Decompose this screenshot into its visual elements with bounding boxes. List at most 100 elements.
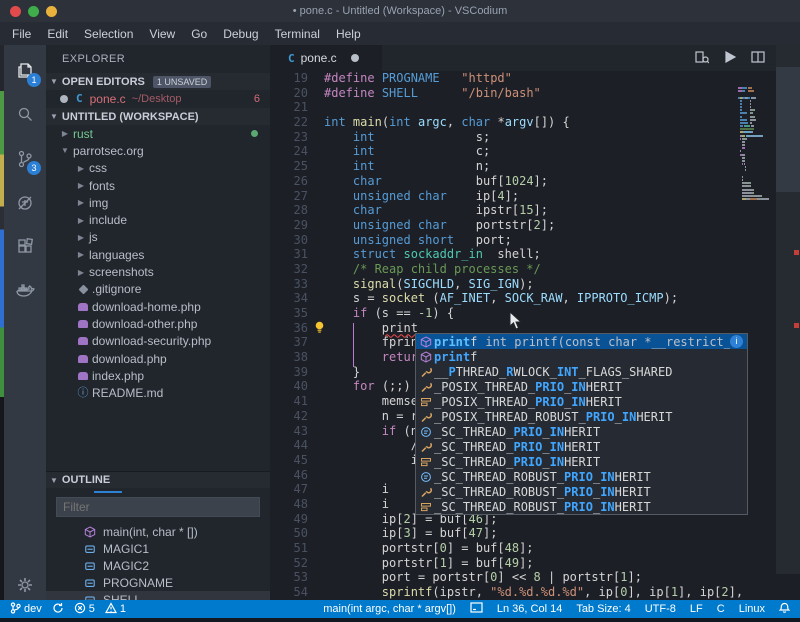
status-label: Linux	[739, 603, 765, 615]
tree-item-download-other-php[interactable]: download-other.php	[46, 315, 270, 332]
line-number: 52	[270, 556, 308, 571]
outline-item-magic2[interactable]: MAGIC2	[46, 557, 270, 574]
status-label: C	[717, 603, 725, 615]
field-icon	[84, 543, 98, 555]
code-line-text: signal(SIGCHLD, SIG_IGN);	[324, 277, 534, 292]
status-right-panel-icon[interactable]	[470, 602, 483, 616]
menu-go[interactable]: Go	[183, 22, 215, 45]
line-number: 46	[270, 468, 308, 483]
status-right-main-int-argc-char-argv-[interactable]: main(int argc, char * argv[])	[323, 603, 456, 615]
menu-selection[interactable]: Selection	[76, 22, 141, 45]
suggestion-info-icon[interactable]: i	[730, 335, 743, 348]
suggestion-item-3[interactable]: _POSIX_THREAD_PRIO_INHERIT	[416, 379, 747, 394]
lightbulb-icon[interactable]	[314, 321, 325, 334]
suggestion-item-11[interactable]: _SC_THREAD_ROBUST_PRIO_INHERIT	[416, 499, 747, 514]
tab-pone-c[interactable]: C pone.c	[270, 45, 382, 71]
menu-bar: FileEditSelectionViewGoDebugTerminalHelp	[0, 22, 800, 45]
suggestion-item-4[interactable]: _POSIX_THREAD_PRIO_INHERIT	[416, 394, 747, 409]
code-line-text: /	[324, 438, 418, 453]
suggestion-item-6[interactable]: _SC_THREAD_PRIO_INHERIT	[416, 424, 747, 439]
extensions-icon[interactable]	[4, 229, 46, 265]
tree-item-js[interactable]: ▶js	[46, 229, 270, 246]
outline-list: main(int, char * [])MAGIC1MAGIC2PROGNAME…	[46, 523, 270, 608]
scrollbar-slider[interactable]	[776, 67, 800, 192]
tree-item--gitignore[interactable]: .gitignore	[46, 281, 270, 298]
chevron-right-icon: ▶	[76, 198, 86, 207]
suggestion-item-5[interactable]: _POSIX_THREAD_ROBUST_PRIO_INHERIT	[416, 409, 747, 424]
tree-item-label: fonts	[89, 179, 115, 193]
workspace-section-header[interactable]: ▼ UNTITLED (WORKSPACE)	[46, 108, 270, 125]
outline-item-magic1[interactable]: MAGIC1	[46, 540, 270, 557]
outline-item-progname[interactable]: PROGNAME	[46, 574, 270, 591]
code-line-text: unsigned char portstr[2];	[324, 218, 555, 233]
search-icon[interactable]	[4, 97, 46, 133]
settings-gear-icon[interactable]	[4, 567, 46, 603]
line-number: 29	[270, 218, 308, 233]
status-left-dev[interactable]: dev	[10, 602, 42, 617]
editor-scrollbar[interactable]	[776, 45, 800, 574]
suggestion-item-7[interactable]: _SC_THREAD_PRIO_INHERIT	[416, 439, 747, 454]
status-label: dev	[24, 603, 42, 615]
menu-terminal[interactable]: Terminal	[267, 22, 328, 45]
suggestion-item-2[interactable]: __PTHREAD_RWLOCK_INT_FLAGS_SHARED	[416, 364, 747, 379]
code-line-text	[324, 468, 411, 483]
tree-item-languages[interactable]: ▶languages	[46, 246, 270, 263]
source-control-icon[interactable]: 3	[4, 141, 46, 177]
open-editors-section-header[interactable]: ▼ OPEN EDITORS 1 UNSAVED	[46, 73, 270, 90]
run-icon[interactable]	[722, 51, 738, 66]
tree-item-rust[interactable]: ▶rust	[46, 125, 270, 142]
tree-item-download-security-php[interactable]: download-security.php	[46, 333, 270, 350]
status-left-1[interactable]: 1	[105, 602, 126, 617]
status-right-bell-icon[interactable]	[779, 602, 790, 617]
tree-item-fonts[interactable]: ▶fonts	[46, 177, 270, 194]
line-number: 26	[270, 174, 308, 189]
suggestion-item-10[interactable]: _SC_THREAD_ROBUST_PRIO_INHERIT	[416, 484, 747, 499]
status-left-sync-icon[interactable]	[52, 602, 64, 617]
menu-file[interactable]: File	[4, 22, 39, 45]
status-left-5[interactable]: 5	[74, 602, 95, 617]
line-number: 33	[270, 277, 308, 292]
menu-edit[interactable]: Edit	[39, 22, 76, 45]
tree-item-index-php[interactable]: index.php	[46, 367, 270, 384]
chevron-down-icon: ▼	[60, 146, 70, 155]
suggestion-item-8[interactable]: _SC_THREAD_PRIO_INHERIT	[416, 454, 747, 469]
status-right-linux[interactable]: Linux	[739, 603, 765, 615]
tree-item-css[interactable]: ▶css	[46, 160, 270, 177]
tree-item-readme-md[interactable]: ⓘREADME.md	[46, 384, 270, 401]
outline-section-header[interactable]: ▼ OUTLINE	[46, 471, 270, 488]
status-right-ln-36-col-14[interactable]: Ln 36, Col 14	[497, 603, 562, 615]
tree-item-screenshots[interactable]: ▶screenshots	[46, 263, 270, 280]
tree-item-download-home-php[interactable]: download-home.php	[46, 298, 270, 315]
line-number: 43	[270, 424, 308, 439]
debug-icon[interactable]	[4, 185, 46, 221]
menu-debug[interactable]: Debug	[215, 22, 266, 45]
status-right-tab-size-4[interactable]: Tab Size: 4	[576, 603, 630, 615]
outline-filter-input[interactable]	[56, 497, 260, 517]
status-right-utf-8[interactable]: UTF-8	[645, 603, 676, 615]
menu-view[interactable]: View	[141, 22, 183, 45]
code-line-text: print	[324, 321, 418, 336]
tree-item-include[interactable]: ▶include	[46, 211, 270, 228]
macro-icon	[420, 411, 434, 423]
outline-item-main-int-char-[interactable]: main(int, char * [])	[46, 523, 270, 540]
line-number: 27	[270, 189, 308, 204]
open-editor-item-pone-c[interactable]: C pone.c ~/Desktop 6	[46, 90, 270, 107]
suggestion-item-0[interactable]: printfint printf(const char *__restrict_…	[416, 334, 747, 349]
line-number: 45	[270, 453, 308, 468]
docker-icon[interactable]	[4, 273, 46, 309]
tree-item-parrotsec-org[interactable]: ▼parrotsec.org	[46, 142, 270, 159]
code-line-text: fprin	[324, 335, 418, 350]
code-line-28: 28 char ipstr[15];	[270, 203, 800, 218]
tree-item-label: download.php	[92, 352, 167, 366]
suggestion-item-1[interactable]: printf	[416, 349, 747, 364]
suggestion-item-9[interactable]: _SC_THREAD_ROBUST_PRIO_INHERIT	[416, 469, 747, 484]
status-right-c[interactable]: C	[717, 603, 725, 615]
code-line-51: 51 portstr[0] = buf[48];	[270, 541, 800, 556]
status-right-lf[interactable]: LF	[690, 603, 703, 615]
open-changes-icon[interactable]	[694, 50, 710, 67]
code-line-25: 25 int n;	[270, 159, 800, 174]
tree-item-download-php[interactable]: download.php	[46, 350, 270, 367]
menu-help[interactable]: Help	[328, 22, 369, 45]
explorer-icon[interactable]: 1	[4, 53, 46, 89]
tree-item-img[interactable]: ▶img	[46, 194, 270, 211]
